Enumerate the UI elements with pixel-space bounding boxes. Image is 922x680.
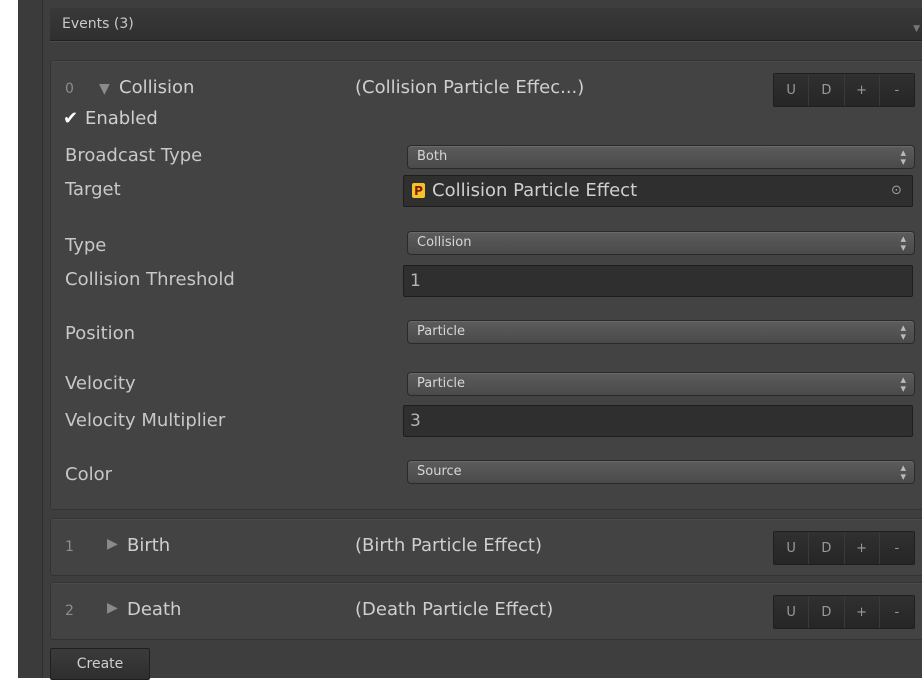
broadcast-type-label: Broadcast Type: [65, 145, 203, 166]
type-label: Type: [65, 235, 107, 256]
velocity-label: Velocity: [65, 373, 136, 394]
event-subtitle: (Death Particle Effect): [355, 599, 554, 620]
target-label: Target: [65, 179, 121, 200]
event-subtitle: (Birth Particle Effect): [355, 535, 543, 556]
triangle-right-icon[interactable]: ▶: [107, 536, 118, 552]
event-item-collision: 0 ▼ Collision (Collision Particle Effec.…: [50, 60, 922, 510]
event-name[interactable]: Death: [127, 599, 181, 620]
move-up-button[interactable]: U: [774, 74, 810, 106]
remove-event-button[interactable]: -: [879, 74, 914, 106]
collision-threshold-input[interactable]: 1: [403, 265, 913, 297]
events-header-title: Events (3): [62, 16, 134, 32]
event-item-birth: 1 ▶ Birth (Birth Particle Effect) U D + …: [50, 518, 922, 576]
move-up-button[interactable]: U: [774, 596, 810, 628]
type-dropdown[interactable]: Collision ▴ ▾: [407, 231, 915, 255]
collision-threshold-value: 1: [410, 271, 421, 291]
event-index: 0: [65, 81, 74, 97]
color-label: Color: [65, 464, 112, 485]
event-actions: U D + -: [773, 595, 915, 629]
remove-event-button[interactable]: -: [879, 532, 914, 564]
remove-event-button[interactable]: -: [879, 596, 914, 628]
updown-chevron-icon: ▴ ▾: [900, 232, 906, 254]
event-actions: U D + -: [773, 73, 915, 107]
event-index: 1: [65, 539, 74, 555]
velocity-multiplier-input[interactable]: 3: [403, 405, 913, 437]
move-down-button[interactable]: D: [809, 532, 845, 564]
particle-script-icon: P: [412, 183, 425, 198]
add-event-button[interactable]: +: [844, 74, 880, 106]
collision-threshold-label: Collision Threshold: [65, 269, 235, 290]
position-dropdown[interactable]: Particle ▴ ▾: [407, 320, 915, 344]
velocity-multiplier-value: 3: [410, 411, 421, 431]
event-name[interactable]: Birth: [127, 535, 170, 556]
move-up-button[interactable]: U: [774, 532, 810, 564]
color-dropdown[interactable]: Source ▴ ▾: [407, 460, 915, 484]
left-strip: [18, 0, 43, 678]
add-event-button[interactable]: +: [844, 532, 880, 564]
target-object-field[interactable]: P Collision Particle Effect: [403, 175, 913, 207]
events-header[interactable]: Events (3) ▼: [50, 8, 922, 41]
move-down-button[interactable]: D: [809, 74, 845, 106]
updown-chevron-icon: ▴ ▾: [900, 321, 906, 343]
updown-chevron-icon: ▴ ▾: [900, 373, 906, 395]
enabled-label: Enabled: [85, 108, 158, 129]
create-button[interactable]: Create: [50, 648, 150, 680]
velocity-dropdown[interactable]: Particle ▴ ▾: [407, 372, 915, 396]
velocity-multiplier-label: Velocity Multiplier: [65, 410, 226, 431]
updown-chevron-icon: ▴ ▾: [900, 146, 906, 168]
header-dropdown-icon[interactable]: ▼: [913, 24, 920, 34]
move-down-button[interactable]: D: [809, 596, 845, 628]
event-item-death: 2 ▶ Death (Death Particle Effect) U D + …: [50, 582, 922, 640]
event-name[interactable]: Collision: [119, 77, 194, 98]
event-actions: U D + -: [773, 531, 915, 565]
add-event-button[interactable]: +: [844, 596, 880, 628]
target-picker-icon[interactable]: ⊙: [891, 183, 902, 198]
broadcast-type-value: Both: [417, 149, 448, 164]
position-label: Position: [65, 323, 136, 344]
target-value: Collision Particle Effect: [432, 180, 638, 201]
updown-chevron-icon: ▴ ▾: [900, 461, 906, 483]
triangle-down-icon[interactable]: ▼: [99, 81, 110, 97]
velocity-value: Particle: [417, 376, 466, 391]
type-value: Collision: [417, 235, 472, 250]
enabled-checkbox[interactable]: ✔: [63, 110, 81, 128]
position-value: Particle: [417, 324, 466, 339]
color-value: Source: [417, 464, 462, 479]
triangle-right-icon[interactable]: ▶: [107, 600, 118, 616]
event-index: 2: [65, 603, 74, 619]
broadcast-type-dropdown[interactable]: Both ▴ ▾: [407, 145, 915, 169]
event-subtitle: (Collision Particle Effec...): [355, 77, 585, 98]
